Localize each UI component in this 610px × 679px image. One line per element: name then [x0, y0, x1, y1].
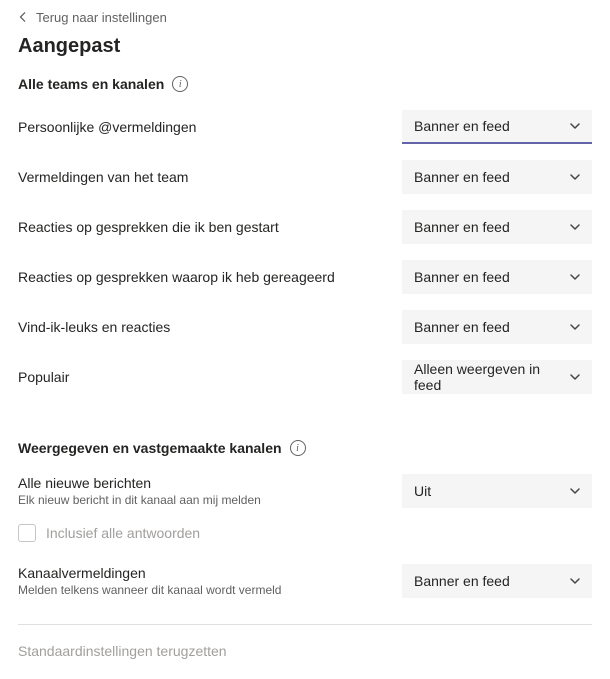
select-value: Banner en feed — [414, 269, 510, 285]
setting-label: Kanaalvermeldingen — [18, 565, 382, 581]
setting-personal-mentions: Persoonlijke @vermeldingen Banner en fee… — [18, 110, 592, 144]
checkbox-icon — [18, 524, 36, 542]
select-all-new-messages[interactable]: Uit — [402, 474, 592, 508]
chevron-left-icon — [18, 10, 28, 25]
setting-likes-reactions: Vind-ik-leuks en reacties Banner en feed — [18, 310, 592, 344]
setting-sublabel: Melden telkens wanneer dit kanaal wordt … — [18, 583, 382, 597]
setting-label: Persoonlijke @vermeldingen — [18, 119, 382, 135]
setting-trending: Populair Alleen weergeven in feed — [18, 360, 592, 394]
chevron-down-icon — [568, 370, 582, 384]
divider — [18, 624, 592, 625]
chevron-down-icon — [568, 220, 582, 234]
select-value: Banner en feed — [414, 319, 510, 335]
back-to-settings-link[interactable]: Terug naar instellingen — [18, 10, 592, 25]
select-replies-started[interactable]: Banner en feed — [402, 210, 592, 244]
info-icon[interactable]: i — [290, 440, 306, 456]
setting-label: Reacties op gesprekken waarop ik heb ger… — [18, 269, 382, 285]
select-value: Banner en feed — [414, 169, 510, 185]
checkbox-include-all-replies[interactable]: Inclusief alle antwoorden — [18, 524, 592, 542]
section-title: Alle teams en kanalen — [18, 76, 164, 92]
select-channel-mentions[interactable]: Banner en feed — [402, 564, 592, 598]
select-value: Banner en feed — [414, 573, 510, 589]
select-value: Banner en feed — [414, 118, 510, 134]
select-trending[interactable]: Alleen weergeven in feed — [402, 360, 592, 394]
setting-label: Vind-ik-leuks en reacties — [18, 319, 382, 335]
setting-label: Alle nieuwe berichten — [18, 475, 382, 491]
select-value: Banner en feed — [414, 219, 510, 235]
setting-all-new-messages: Alle nieuwe berichten Elk nieuw bericht … — [18, 474, 592, 508]
chevron-down-icon — [568, 119, 582, 133]
section-all-teams-header: Alle teams en kanalen i — [18, 76, 592, 92]
setting-label: Populair — [18, 369, 382, 385]
select-replies-reacted[interactable]: Banner en feed — [402, 260, 592, 294]
chevron-down-icon — [568, 320, 582, 334]
setting-sublabel: Elk nieuw bericht in dit kanaal aan mij … — [18, 493, 382, 507]
chevron-down-icon — [568, 484, 582, 498]
setting-replies-reacted: Reacties op gesprekken waarop ik heb ger… — [18, 260, 592, 294]
select-team-mentions[interactable]: Banner en feed — [402, 160, 592, 194]
setting-replies-started: Reacties op gesprekken die ik ben gestar… — [18, 210, 592, 244]
chevron-down-icon — [568, 270, 582, 284]
back-link-label: Terug naar instellingen — [36, 10, 167, 25]
setting-label: Reacties op gesprekken die ik ben gestar… — [18, 219, 382, 235]
select-likes-reactions[interactable]: Banner en feed — [402, 310, 592, 344]
page-title: Aangepast — [18, 35, 592, 58]
setting-channel-mentions: Kanaalvermeldingen Melden telkens wannee… — [18, 564, 592, 598]
section-shown-pinned-header: Weergegeven en vastgemaakte kanalen i — [18, 440, 592, 456]
select-value: Alleen weergeven in feed — [414, 361, 568, 393]
info-icon[interactable]: i — [172, 76, 188, 92]
reset-defaults-button[interactable]: Standaardinstellingen terugzetten — [18, 643, 227, 659]
select-personal-mentions[interactable]: Banner en feed — [402, 110, 592, 144]
setting-team-mentions: Vermeldingen van het team Banner en feed — [18, 160, 592, 194]
chevron-down-icon — [568, 574, 582, 588]
section-title: Weergegeven en vastgemaakte kanalen — [18, 440, 282, 456]
chevron-down-icon — [568, 170, 582, 184]
setting-label: Vermeldingen van het team — [18, 169, 382, 185]
select-value: Uit — [414, 483, 431, 499]
checkbox-label: Inclusief alle antwoorden — [46, 525, 200, 541]
